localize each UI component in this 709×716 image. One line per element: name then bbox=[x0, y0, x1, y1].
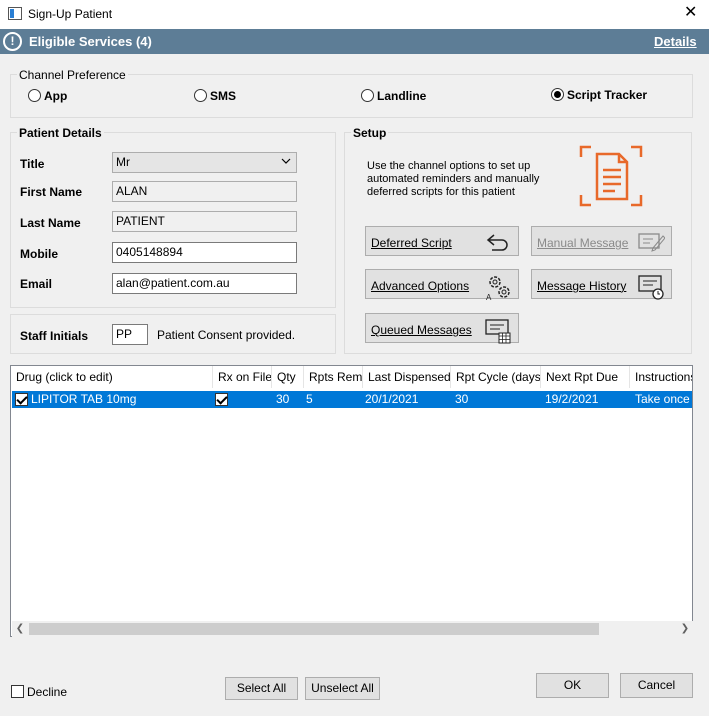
cell-qty: 30 bbox=[276, 392, 290, 406]
manual-message-button[interactable]: Manual Message bbox=[531, 226, 672, 256]
queued-messages-button[interactable]: Queued Messages bbox=[365, 313, 519, 344]
radio-sms-label[interactable]: SMS bbox=[210, 89, 236, 103]
scroll-right-icon[interactable]: ❯ bbox=[677, 621, 693, 637]
message-history-button[interactable]: Message History bbox=[531, 269, 672, 300]
app-icon bbox=[8, 7, 22, 20]
select-all-button[interactable]: Select All bbox=[225, 677, 298, 700]
ok-button[interactable]: OK bbox=[536, 673, 609, 698]
radio-sms[interactable] bbox=[194, 89, 207, 102]
title-select[interactable]: Mr bbox=[112, 152, 297, 173]
last-name-field[interactable]: PATIENT bbox=[112, 211, 297, 232]
mobile-field[interactable]: 0405148894 bbox=[112, 242, 297, 263]
cell-rpt-cycle: 30 bbox=[455, 392, 469, 406]
script-tracker-icon bbox=[579, 145, 643, 207]
patient-details-label: Patient Details bbox=[17, 126, 104, 140]
manual-message-label: Manual Message bbox=[537, 236, 629, 250]
staff-initials-label: Staff Initials bbox=[20, 329, 89, 343]
last-name-label: Last Name bbox=[20, 216, 81, 230]
column-header-last-dispensed[interactable]: Last Dispensed bbox=[363, 366, 451, 388]
deferred-script-label: Deferred Script bbox=[371, 236, 452, 250]
first-name-label: First Name bbox=[20, 185, 83, 199]
cancel-button[interactable]: Cancel bbox=[620, 673, 693, 698]
scroll-left-icon[interactable]: ❮ bbox=[12, 621, 28, 637]
radio-app-label[interactable]: App bbox=[44, 89, 67, 103]
decline-checkbox[interactable] bbox=[11, 685, 24, 698]
cell-drug: LIPITOR TAB 10mg bbox=[31, 392, 137, 406]
column-header-rpts-rem[interactable]: Rpts Rem bbox=[304, 366, 363, 388]
column-header-next-rpt-due[interactable]: Next Rpt Due bbox=[541, 366, 630, 388]
svg-text:A: A bbox=[486, 293, 492, 301]
patient-consent-text: Patient Consent provided. bbox=[157, 328, 296, 342]
info-icon: ! bbox=[3, 32, 22, 51]
queued-messages-label: Queued Messages bbox=[371, 323, 472, 337]
setup-label: Setup bbox=[351, 126, 389, 140]
details-link[interactable]: Details bbox=[654, 34, 697, 49]
radio-script-tracker-label[interactable]: Script Tracker bbox=[567, 88, 647, 102]
close-icon[interactable]: ✕ bbox=[684, 4, 697, 22]
scroll-thumb[interactable] bbox=[29, 623, 599, 635]
cell-next-rpt-due: 19/2/2021 bbox=[545, 392, 599, 406]
mobile-label: Mobile bbox=[20, 247, 58, 261]
email-field[interactable]: alan@patient.com.au bbox=[112, 273, 297, 294]
message-clock-icon bbox=[637, 273, 665, 300]
column-header-qty[interactable]: Qty bbox=[272, 366, 304, 388]
first-name-field[interactable]: ALAN bbox=[112, 181, 297, 202]
message-history-label: Message History bbox=[537, 279, 627, 293]
banner-title: Eligible Services (4) bbox=[29, 34, 152, 49]
setup-description: Use the channel options to set up automa… bbox=[367, 160, 540, 198]
title-bar: Sign-Up Patient ✕ bbox=[0, 0, 709, 29]
radio-landline[interactable] bbox=[361, 89, 374, 102]
cell-instructions: Take once d bbox=[635, 392, 692, 406]
rx-on-file-checkbox[interactable] bbox=[215, 393, 228, 406]
horizontal-scrollbar[interactable]: ❮ ❯ bbox=[12, 621, 693, 637]
staff-initials-field[interactable]: PP bbox=[112, 324, 148, 345]
radio-script-tracker[interactable] bbox=[551, 88, 564, 101]
deferred-script-button[interactable]: Deferred Script bbox=[365, 226, 519, 256]
message-calendar-icon bbox=[484, 317, 512, 344]
table-row[interactable]: LIPITOR TAB 10mg 30 5 20/1/2021 30 19/2/… bbox=[12, 391, 692, 408]
title-label: Title bbox=[20, 157, 45, 171]
channel-preference-label: Channel Preference bbox=[17, 68, 128, 82]
cell-last-dispensed: 20/1/2021 bbox=[365, 392, 419, 406]
undo-arrow-icon bbox=[484, 230, 512, 254]
advanced-options-button[interactable]: Advanced Options A bbox=[365, 269, 519, 302]
row-select-checkbox[interactable] bbox=[15, 393, 28, 406]
column-header-instructions[interactable]: Instructions bbox=[630, 366, 692, 388]
message-edit-icon bbox=[637, 230, 666, 254]
unselect-all-button[interactable]: Unselect All bbox=[305, 677, 380, 700]
radio-app[interactable] bbox=[28, 89, 41, 102]
email-label: Email bbox=[20, 277, 53, 291]
gears-icon: A bbox=[484, 273, 512, 302]
decline-label[interactable]: Decline bbox=[27, 685, 67, 699]
column-header-rpt-cycle[interactable]: Rpt Cycle (days) bbox=[451, 366, 541, 388]
title-value: Mr bbox=[116, 155, 130, 169]
column-header-rx-on-file[interactable]: Rx on File bbox=[213, 366, 272, 388]
radio-landline-label[interactable]: Landline bbox=[377, 89, 426, 103]
column-header-drug[interactable]: Drug (click to edit) bbox=[11, 366, 213, 388]
advanced-options-label: Advanced Options bbox=[371, 279, 470, 293]
window-title: Sign-Up Patient bbox=[28, 7, 113, 21]
chevron-down-icon bbox=[281, 156, 291, 169]
drug-grid[interactable]: Drug (click to edit) Rx on File Qty Rpts… bbox=[10, 365, 693, 637]
eligible-services-banner: ! Eligible Services (4) Details bbox=[0, 29, 709, 54]
cell-rpts-rem: 5 bbox=[306, 392, 313, 406]
